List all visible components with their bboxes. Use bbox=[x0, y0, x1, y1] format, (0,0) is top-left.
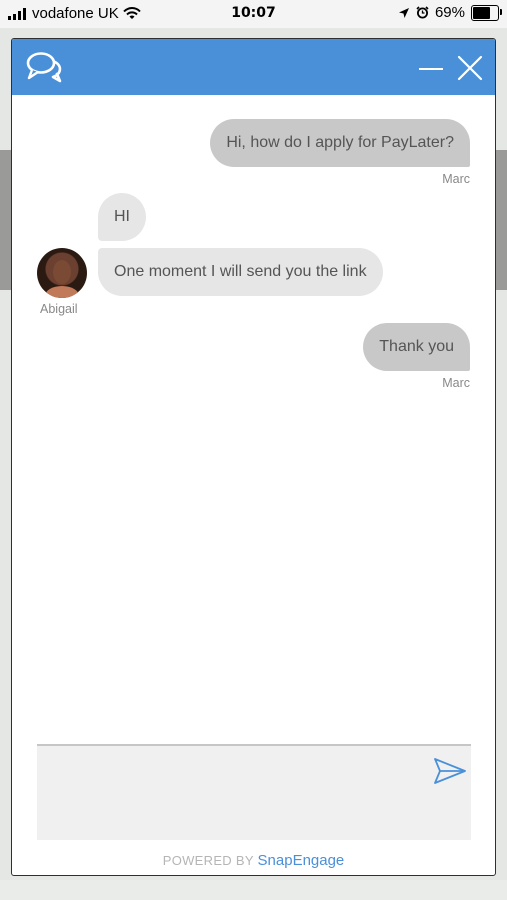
status-bar: vodafone UK 10:07 69% bbox=[0, 0, 507, 28]
chat-widget: Hi, how do I apply for PayLater? Marc HI… bbox=[11, 38, 496, 876]
close-button[interactable] bbox=[456, 54, 484, 82]
close-icon bbox=[457, 55, 483, 81]
message-sender-name: Marc bbox=[442, 376, 470, 390]
message-sender-name: Marc bbox=[442, 172, 470, 186]
battery-percent: 69% bbox=[434, 4, 465, 21]
agent-name: Abigail bbox=[40, 302, 78, 316]
location-arrow-icon bbox=[398, 7, 409, 18]
minimize-button[interactable] bbox=[417, 57, 445, 81]
powered-by-footer: POWERED BY SnapEngage bbox=[12, 852, 495, 869]
status-right: 69% bbox=[398, 4, 502, 21]
message-bubble-outgoing: Hi, how do I apply for PayLater? bbox=[210, 119, 470, 167]
agent-avatar bbox=[37, 248, 87, 298]
battery-icon bbox=[471, 4, 502, 21]
chat-header bbox=[12, 39, 495, 95]
background-page-bottom bbox=[0, 880, 507, 900]
send-paper-plane-icon bbox=[434, 758, 466, 784]
message-bubble-outgoing: Thank you bbox=[363, 323, 470, 371]
powered-by-label: POWERED BY bbox=[162, 853, 254, 868]
brand-link[interactable]: SnapEngage bbox=[258, 852, 345, 869]
chat-bubbles-icon bbox=[26, 52, 62, 83]
message-composer bbox=[37, 744, 471, 840]
message-bubble-incoming: HI bbox=[98, 193, 146, 241]
message-bubble-incoming: One moment I will send you the link bbox=[98, 248, 383, 296]
send-button[interactable] bbox=[433, 756, 467, 786]
message-input[interactable] bbox=[37, 746, 417, 838]
alarm-clock-icon bbox=[416, 6, 429, 19]
